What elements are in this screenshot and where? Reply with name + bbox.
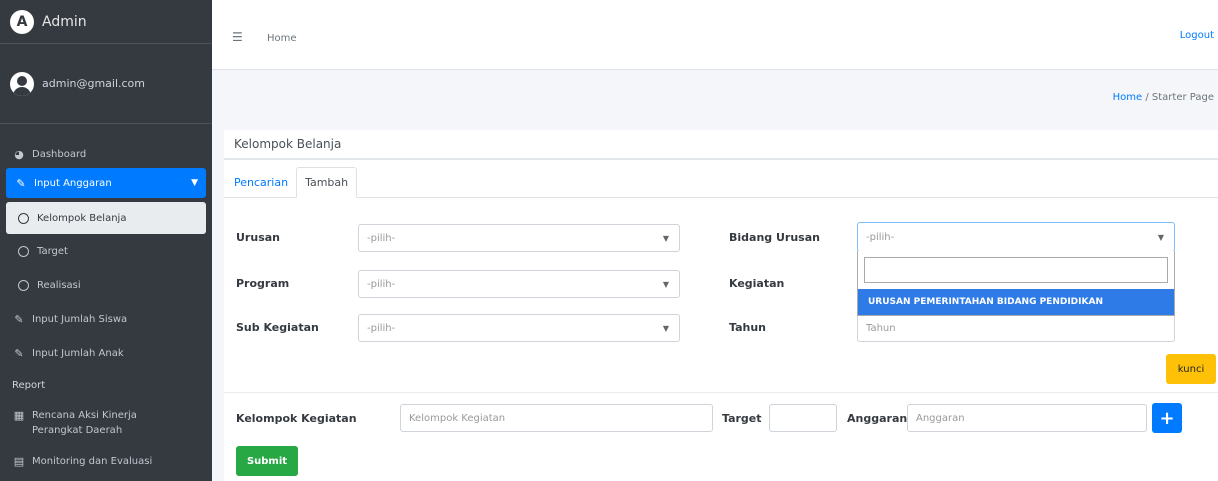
add-row-button[interactable]: + xyxy=(1152,403,1182,433)
sidebar-item-label: Target xyxy=(37,245,68,257)
program-select-value: -pilih- xyxy=(367,278,396,290)
sidebar-item-label: Input Anggaran xyxy=(34,177,112,189)
bidang-urusan-dropdown: URUSAN PEMERINTAHAN BIDANG PENDIDIKAN xyxy=(857,251,1175,316)
circle-icon xyxy=(18,279,29,291)
sidebar-item-realisasi[interactable]: Realisasi xyxy=(6,268,206,302)
sidebar-item-input-siswa[interactable]: ✎ Input Jumlah Siswa xyxy=(0,302,212,336)
circle-icon xyxy=(18,212,29,224)
bidang-urusan-label: Bidang Urusan xyxy=(729,231,820,244)
sub-kegiatan-select[interactable]: -pilih- ▼ xyxy=(358,314,680,342)
topbar-home-link[interactable]: Home xyxy=(267,33,297,44)
user-email: admin@gmail.com xyxy=(42,77,146,90)
tab-tambah[interactable]: Tambah xyxy=(296,167,358,198)
anggaran-label: Anggaran xyxy=(847,412,908,425)
brand-link[interactable]: A Admin xyxy=(0,0,212,44)
urusan-label: Urusan xyxy=(236,231,280,244)
circle-icon xyxy=(18,245,29,257)
brand-logo-icon: A xyxy=(10,9,34,34)
sub-kegiatan-select-value: -pilih- xyxy=(367,322,396,334)
dropdown-option-pendidikan[interactable]: URUSAN PEMERINTAHAN BIDANG PENDIDIKAN xyxy=(858,289,1174,315)
kelompok-kegiatan-label: Kelompok Kegiatan xyxy=(236,412,357,425)
tahun-placeholder: Tahun xyxy=(866,322,896,334)
sidebar-item-label: Input Jumlah Siswa xyxy=(32,313,128,325)
brand-text: Admin xyxy=(42,13,87,30)
edit-icon: ✎ xyxy=(14,312,24,326)
sidebar-header-report: Report xyxy=(12,379,46,391)
kelompok-kegiatan-placeholder: Kelompok Kegiatan xyxy=(409,412,506,424)
dropdown-search-input[interactable] xyxy=(864,257,1168,283)
breadcrumb-home[interactable]: Home xyxy=(1113,92,1143,103)
sidebar-item-label: Realisasi xyxy=(37,279,81,291)
dropdown-arrow-icon: ▼ xyxy=(1157,232,1164,242)
calendar-icon: ▦ xyxy=(13,409,25,422)
sub-kegiatan-label: Sub Kegiatan xyxy=(236,321,319,334)
form-divider xyxy=(224,392,1218,393)
edit-icon: ✎ xyxy=(14,346,24,360)
content-header: Home / Starter Page xyxy=(212,70,1218,130)
sidebar-item-label: Rencana Aksi Kinerja Perangkat Daerah xyxy=(32,410,137,436)
sidebar: A Admin admin@gmail.com ◕ Dashboard ✎ In… xyxy=(0,0,212,481)
anggaran-input[interactable]: Anggaran xyxy=(907,404,1147,432)
urusan-select[interactable]: -pilih- ▼ xyxy=(358,224,680,252)
sidebar-item-kelompok-belanja[interactable]: Kelompok Belanja xyxy=(6,202,206,234)
bidang-urusan-select-value: -pilih- xyxy=(866,231,895,243)
dropdown-arrow-icon: ▼ xyxy=(662,233,669,243)
sidebar-item-input-anggaran[interactable]: ✎ Input Anggaran ▼ xyxy=(6,168,206,198)
program-select[interactable]: -pilih- ▼ xyxy=(358,270,680,298)
user-avatar-icon xyxy=(10,71,34,96)
dropdown-arrow-icon: ▼ xyxy=(662,323,669,333)
logout-link[interactable]: Logout xyxy=(1180,30,1214,41)
kegiatan-label: Kegiatan xyxy=(729,277,785,290)
kunci-button[interactable]: kunci xyxy=(1166,354,1216,384)
card-title: Kelompok Belanja xyxy=(224,130,1218,160)
sidebar-item-dashboard[interactable]: ◕ Dashboard xyxy=(0,140,212,168)
breadcrumb-current: Starter Page xyxy=(1151,92,1214,103)
kelompok-kegiatan-input[interactable]: Kelompok Kegiatan xyxy=(400,404,713,432)
topbar: ☰ Home Logout xyxy=(212,0,1218,70)
tab-pencarian[interactable]: Pencarian xyxy=(226,168,296,197)
edit-icon: ✎ xyxy=(16,176,26,190)
submit-button[interactable]: Submit xyxy=(236,446,298,476)
sidebar-item-label: Monitoring dan Evaluasi xyxy=(32,455,153,467)
hamburger-menu-icon[interactable]: ☰ xyxy=(232,30,243,44)
sidebar-item-rencana-aksi[interactable]: ▦ Rencana Aksi Kinerja Perangkat Daerah xyxy=(0,400,212,444)
target-input[interactable] xyxy=(769,404,837,432)
tab-bar: Pencarian Tambah xyxy=(224,160,1218,198)
dashboard-icon: ◕ xyxy=(14,147,24,161)
bidang-urusan-select[interactable]: -pilih- ▼ xyxy=(857,222,1175,252)
breadcrumb-separator: / xyxy=(1145,92,1149,103)
sidebar-item-monev[interactable]: ▤ Monitoring dan Evaluasi xyxy=(0,444,212,478)
anggaran-placeholder: Anggaran xyxy=(916,412,965,424)
sidebar-item-input-anak[interactable]: ✎ Input Jumlah Anak xyxy=(0,336,212,370)
sidebar-item-label: Kelompok Belanja xyxy=(37,212,127,224)
chart-icon: ▤ xyxy=(13,454,25,468)
dropdown-arrow-icon: ▼ xyxy=(662,279,669,289)
urusan-select-value: -pilih- xyxy=(367,232,396,244)
sidebar-item-label: Input Jumlah Anak xyxy=(32,347,124,359)
target-label: Target xyxy=(722,412,762,425)
tahun-input[interactable]: Tahun xyxy=(857,314,1175,342)
user-panel[interactable]: admin@gmail.com xyxy=(0,44,212,124)
tahun-label: Tahun xyxy=(729,321,767,334)
caret-down-icon: ▼ xyxy=(191,178,198,188)
breadcrumb: Home / Starter Page xyxy=(1113,92,1214,103)
sidebar-item-target[interactable]: Target xyxy=(6,234,206,268)
sidebar-item-label: Dashboard xyxy=(32,148,87,160)
program-label: Program xyxy=(236,277,290,290)
